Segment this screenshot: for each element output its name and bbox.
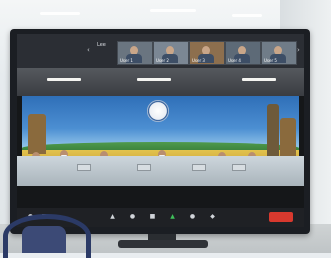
- laptop: [232, 164, 246, 171]
- tile-name: User 5: [264, 58, 277, 63]
- conference-table: [17, 156, 304, 186]
- security-icon[interactable]: ▲: [109, 213, 116, 220]
- tile-name: User 1: [120, 58, 133, 63]
- gallery-next-icon[interactable]: ›: [297, 46, 300, 54]
- ceiling-light: [40, 12, 80, 15]
- gallery-tile[interactable]: User 4: [225, 41, 261, 65]
- statue: [280, 118, 296, 156]
- reactions-icon[interactable]: ◆: [209, 213, 216, 220]
- statue: [28, 114, 46, 154]
- monitor: ‹ Lee User 1 User 2 User 3 User 4 User 5…: [10, 29, 310, 234]
- tile-name: User 3: [192, 58, 205, 63]
- laptop: [192, 164, 206, 171]
- desk-phone-body: [22, 226, 66, 253]
- gallery-tile[interactable]: User 2: [153, 41, 189, 65]
- record-icon[interactable]: ●: [189, 213, 196, 220]
- gallery-tile[interactable]: User 1: [117, 41, 153, 65]
- zoom-gallery-strip: ‹ Lee User 1 User 2 User 3 User 4 User 5…: [17, 34, 304, 68]
- statue: [267, 104, 279, 156]
- tile-name: User 2: [156, 58, 169, 63]
- monitor-screen: ‹ Lee User 1 User 2 User 3 User 4 User 5…: [17, 34, 304, 227]
- end-meeting-button[interactable]: [269, 212, 293, 222]
- share-screen-icon[interactable]: ▲: [169, 213, 176, 220]
- gallery-prev-icon[interactable]: ‹: [87, 46, 90, 54]
- ceiling-light: [232, 14, 262, 17]
- ceiling-lamp: [137, 78, 171, 81]
- laptop: [77, 164, 91, 171]
- ceiling-light: [150, 9, 196, 12]
- chat-icon[interactable]: ■: [149, 213, 156, 220]
- ceiling-lamp: [242, 78, 276, 81]
- laptop: [137, 164, 151, 171]
- tile-name: User 4: [228, 58, 241, 63]
- room-ceiling: [17, 68, 304, 96]
- gallery-tile[interactable]: User 3: [189, 41, 225, 65]
- ceiling-lamp: [47, 78, 81, 81]
- active-speaker-video: [17, 68, 304, 208]
- participants-icon[interactable]: ●: [129, 213, 136, 220]
- top-user-label: Lee: [97, 42, 106, 48]
- emblem-logo: [147, 100, 169, 122]
- gallery-tile[interactable]: User 5: [261, 41, 297, 65]
- monitor-stand-base: [118, 240, 208, 248]
